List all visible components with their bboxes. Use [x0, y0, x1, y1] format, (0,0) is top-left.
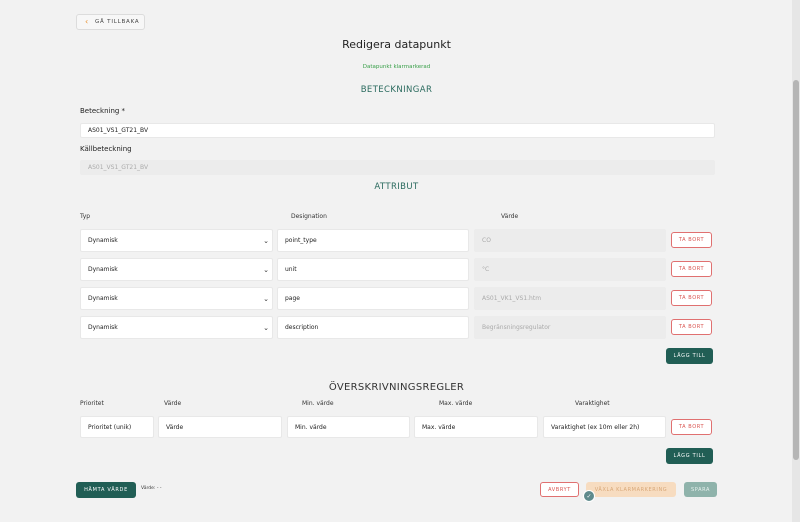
attribute-value-input: °C	[474, 258, 666, 281]
column-header-priority: Prioritet	[80, 400, 104, 407]
column-header-type: Typ	[80, 213, 91, 220]
remove-attribute-button[interactable]: TA BORT	[671, 232, 712, 248]
remove-override-button[interactable]: TA BORT	[671, 419, 712, 435]
chevron-down-icon: ⌄	[263, 236, 269, 245]
save-button[interactable]: SPARA	[684, 482, 717, 497]
source-designation-input: AS01_VS1_GT21_BV	[80, 160, 715, 175]
designation-label: Beteckning *	[80, 107, 126, 115]
attribute-designation-input[interactable]: unit	[277, 258, 469, 281]
attribute-value-input: CO	[474, 229, 666, 252]
add-override-button[interactable]: LÄGG TILL	[666, 448, 713, 464]
column-header-value: Värde	[501, 213, 519, 220]
section-title-designations: BETECKNINGAR	[360, 85, 433, 95]
attribute-designation-input[interactable]: point_type	[277, 229, 469, 252]
override-value-input[interactable]: Värde	[158, 416, 282, 438]
attribute-value-input: AS01_VK1_VS1.htm	[474, 287, 666, 310]
column-header-min-value: Min. värde	[302, 400, 334, 407]
remove-attribute-button[interactable]: TA BORT	[671, 319, 712, 335]
max-value-input[interactable]: Max. värde	[414, 416, 538, 438]
remove-attribute-button[interactable]: TA BORT	[671, 290, 712, 306]
add-attribute-button[interactable]: LÄGG TILL	[666, 348, 713, 364]
back-button-label: GÅ TILLBAKA	[95, 19, 140, 25]
chevron-down-icon: ⌄	[263, 265, 269, 274]
check-icon: ✓	[583, 490, 595, 502]
column-header-max-value: Max. värde	[439, 400, 473, 407]
min-value-input[interactable]: Min. värde	[287, 416, 410, 438]
column-header-override-value: Värde	[164, 400, 182, 407]
cancel-button[interactable]: AVBRYT	[540, 482, 579, 497]
chevron-down-icon: ⌄	[263, 323, 269, 332]
toggle-ready-button[interactable]: VÄXLA KLARMARKERING	[586, 482, 676, 497]
attribute-type-select[interactable]: Dynamisk ⌄	[80, 229, 273, 252]
attribute-type-select[interactable]: Dynamisk ⌄	[80, 258, 273, 281]
chevron-left-icon: ‹	[85, 17, 89, 26]
source-designation-label: Källbeteckning	[80, 145, 132, 153]
attribute-type-select[interactable]: Dynamisk ⌄	[80, 287, 273, 310]
back-button[interactable]: ‹ GÅ TILLBAKA	[76, 14, 145, 30]
chevron-down-icon: ⌄	[263, 294, 269, 303]
status-message: Datapunkt klarmarkerad	[362, 64, 431, 70]
scrollbar-thumb[interactable]	[793, 80, 799, 460]
attribute-value-input: Begränsningsregulator	[474, 316, 666, 339]
section-title-overrides: ÖVERSKRIVNINGSREGLER	[328, 382, 465, 393]
priority-input[interactable]: Prioritet (unik)	[80, 416, 154, 438]
remove-attribute-button[interactable]: TA BORT	[671, 261, 712, 277]
fetch-value-button[interactable]: HÄMTA VÄRDE	[76, 482, 136, 498]
attribute-designation-input[interactable]: description	[277, 316, 469, 339]
column-header-duration: Varaktighet	[575, 400, 610, 407]
scrollbar[interactable]	[792, 0, 800, 522]
attribute-designation-input[interactable]: page	[277, 287, 469, 310]
fetched-value-text: Värde: - -	[141, 486, 162, 491]
column-header-designation: Designation	[291, 213, 327, 220]
section-title-attributes: ATTRIBUT	[374, 182, 419, 192]
attribute-type-select[interactable]: Dynamisk ⌄	[80, 316, 273, 339]
page-title: Redigera datapunkt	[342, 38, 451, 51]
duration-input[interactable]: Varaktighet (ex 10m eller 2h)	[543, 416, 666, 438]
designation-input[interactable]: AS01_VS1_GT21_BV	[80, 123, 715, 138]
